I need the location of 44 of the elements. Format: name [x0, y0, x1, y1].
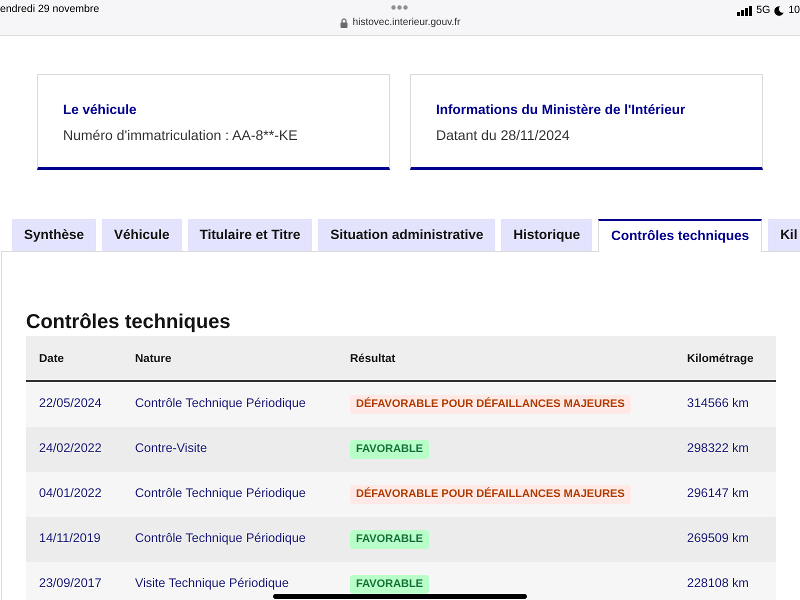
card-title: Informations du Ministère de l'Intérieur [436, 101, 686, 119]
section-title: Contrôles techniques [26, 310, 232, 334]
moon-icon [774, 6, 784, 16]
date-cell: 24/02/2022 [39, 441, 102, 456]
date-cell: 22/05/2024 [39, 396, 102, 410]
nature-cell: Contrôle Technique Périodique [135, 486, 306, 500]
date-cell: 14/11/2019 [39, 531, 101, 546]
mileage-cell: 228108 km [687, 576, 749, 590]
column-header: Kilométrage [687, 353, 754, 365]
tab[interactable]: Historique [501, 219, 592, 251]
url-text[interactable]: histovec.interieur.gouv.fr [352, 16, 460, 29]
nature-cell: Contrôle Technique Périodique [135, 396, 306, 410]
date-cell: 23/09/2017 [39, 576, 102, 590]
mileage-cell: 296147 km [687, 486, 749, 500]
tab[interactable]: Situation administrative [318, 219, 496, 251]
nature-cell: Contrôle Technique Périodique [135, 531, 306, 546]
result-badge: FAVORABLE [350, 574, 430, 594]
status-date: endredi 29 novembre [0, 3, 100, 16]
mileage-cell: 269509 km [687, 531, 749, 546]
tab[interactable]: Contrôles techniques [598, 219, 762, 252]
column-header: Date [39, 353, 64, 365]
result-badge: DÉFAVORABLE POUR DÉFAILLANCES MAJEURES [350, 394, 631, 414]
card-title: Le véhicule [63, 101, 138, 119]
signal-icon [737, 6, 752, 16]
card-text: Datant du 28/11/2024 [436, 126, 571, 145]
battery-label: 10 [788, 4, 800, 17]
mileage-cell: 298322 km [687, 441, 749, 456]
tab[interactable]: Synthèse [12, 219, 96, 251]
result-badge: FAVORABLE [350, 530, 430, 548]
column-header: Résultat [350, 353, 396, 365]
dots-icon[interactable] [391, 5, 408, 10]
tab[interactable]: Titulaire et Titre [188, 219, 312, 251]
tab[interactable]: Kil [768, 219, 800, 251]
nature-cell: Visite Technique Périodique [135, 576, 289, 590]
mileage-cell: 314566 km [687, 396, 749, 410]
nature-cell: Contre-Visite [135, 441, 208, 456]
card-text: Numéro d'immatriculation : AA-8**-KE [63, 126, 299, 145]
lock-icon [340, 18, 348, 28]
result-badge: DÉFAVORABLE POUR DÉFAILLANCES MAJEURES [350, 484, 631, 504]
column-header: Nature [135, 353, 172, 365]
date-cell: 04/01/2022 [39, 486, 102, 500]
network-label: 5G [756, 4, 770, 17]
tab[interactable]: Véhicule [102, 219, 182, 251]
result-badge: FAVORABLE [350, 440, 430, 458]
